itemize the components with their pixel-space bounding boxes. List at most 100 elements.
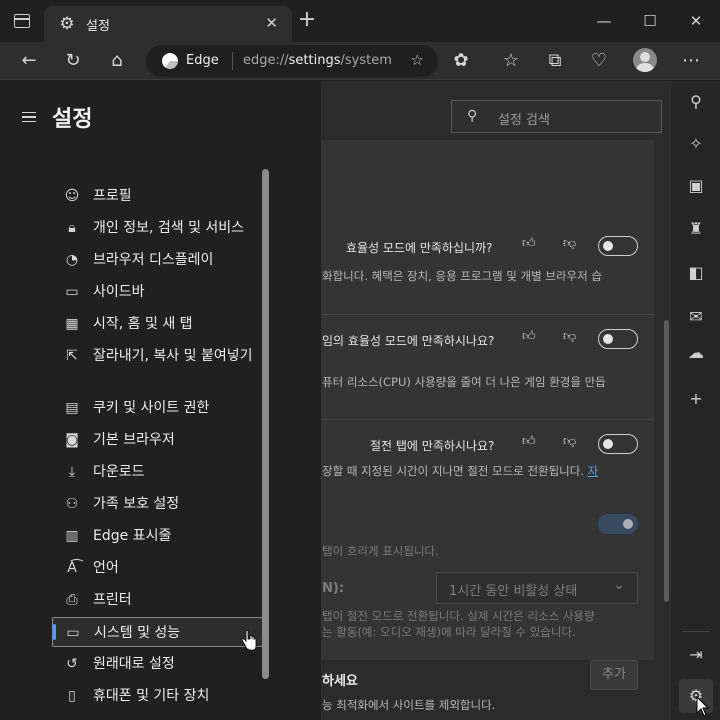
- nav-item-edge-bar[interactable]: ▥ Edge 표시줄: [52, 521, 264, 551]
- gaming-toggle[interactable]: [598, 329, 638, 349]
- main-scrollbar[interactable]: [664, 320, 669, 602]
- nav-item-start-home[interactable]: ▦ 시작, 홈 및 새 탭: [52, 309, 264, 339]
- feedback-question-gaming: 임의 효율성 모드에 만족하시나요?: [322, 334, 495, 348]
- thumbs-down-icon[interactable]: 👎︎: [563, 329, 576, 344]
- discover-icon[interactable]: ✧: [684, 132, 708, 156]
- settings-title: 설정: [52, 107, 93, 132]
- nav-item-printers[interactable]: ⎙ 프린터: [52, 585, 264, 615]
- thumbs-down-icon[interactable]: 👎︎: [563, 434, 576, 449]
- new-tab-button[interactable]: +: [296, 9, 318, 32]
- nav-item-phone-devices[interactable]: ▯ 휴대폰 및 기타 장치: [52, 681, 264, 711]
- fade-sleeping-tabs-toggle[interactable]: [598, 514, 638, 534]
- profile-avatar[interactable]: [633, 48, 657, 72]
- sleep-timeout-dropdown[interactable]: 1시간 동안 비활성 상태 ⌄: [436, 572, 638, 604]
- nav-item-label: Edge 표시줄: [93, 528, 172, 544]
- family-icon: ⚇: [65, 496, 79, 512]
- nav-scrollbar[interactable]: [262, 169, 269, 679]
- extensions-icon[interactable]: ✿: [448, 48, 474, 74]
- sidebar-icon: ▭: [65, 284, 79, 300]
- efficiency-toggle[interactable]: [598, 236, 638, 256]
- phone-icon: ▯: [68, 688, 76, 704]
- feedback-desc-gaming: 퓨터 리소스(CPU) 사용량을 줄여 더 나은 게임 환경을 만듭: [322, 375, 606, 389]
- edge-brand-label: Edge: [186, 53, 219, 68]
- maximize-button[interactable]: ☐: [638, 10, 662, 32]
- dropdown-value: 1시간 동안 비활성 상태: [449, 584, 578, 599]
- feedback-desc-sleeping-tabs: 장할 때 지정된 시간이 지나면 절전 모드로 전환됩니다. 자: [322, 464, 599, 478]
- exclude-sites-label: 하세요: [322, 674, 358, 689]
- address-bar[interactable]: Edge edge://settings/system ☆: [146, 45, 438, 77]
- printer-icon: ⎙: [66, 592, 78, 608]
- add-icon[interactable]: +: [684, 387, 708, 411]
- nav-item-downloads[interactable]: ⤓ 다운로드: [52, 457, 264, 487]
- feedback-desc-efficiency: 화합니다. 혜택은 장치, 응용 프로그램 및 개별 브라우저 습: [322, 269, 602, 283]
- nav-item-cookies[interactable]: ▤ 쿠키 및 사이트 권한: [52, 393, 264, 423]
- minimize-button[interactable]: —: [592, 10, 616, 32]
- learn-more-link[interactable]: 자: [588, 464, 599, 478]
- profile-icon: ☺: [64, 188, 80, 204]
- active-tab[interactable]: ⚙ 설정 ✕: [44, 6, 292, 42]
- divider: [310, 419, 654, 420]
- edge-logo-icon: [162, 53, 178, 69]
- thumbs-up-icon[interactable]: 👍︎: [522, 434, 536, 449]
- settings-search-input[interactable]: ⚲ 설정 검색: [451, 100, 662, 133]
- nav-item-reset-settings[interactable]: ↺ 원래대로 설정: [52, 649, 264, 679]
- thumbs-down-icon[interactable]: 👎︎: [563, 236, 576, 251]
- search-placeholder: 설정 검색: [498, 113, 550, 128]
- tab-close-icon[interactable]: ✕: [265, 14, 278, 32]
- nav-item-label: 시스템 및 성능: [94, 625, 181, 641]
- tab-title: 설정: [86, 19, 110, 34]
- back-icon[interactable]: ←: [16, 48, 42, 74]
- fade-desc: 탭이 흐리게 표시됩니다.: [322, 544, 439, 558]
- nav-item-label: 가족 보호 설정: [93, 496, 180, 512]
- nav-item-label: 쿠키 및 사이트 권한: [93, 400, 210, 416]
- url-text[interactable]: edge://settings/system: [243, 53, 392, 68]
- browser-essentials-icon[interactable]: ♡: [586, 48, 612, 74]
- nav-item-label: 프로필: [93, 188, 132, 204]
- tab-actions-icon[interactable]: [14, 14, 30, 28]
- add-favorite-icon[interactable]: ☆: [411, 51, 424, 69]
- feedback-question-sleeping-tabs: 절전 탭에 만족하시나요?: [370, 439, 495, 453]
- arrow-cursor-icon: [696, 696, 710, 717]
- thumbs-up-icon[interactable]: 👍︎: [522, 329, 536, 344]
- divider: [310, 314, 654, 315]
- hide-sidebar-icon[interactable]: ⇥: [684, 643, 708, 667]
- favorites-icon[interactable]: ☆: [498, 48, 524, 74]
- games-icon[interactable]: ♜: [684, 217, 708, 241]
- title-bar: ⚙ 설정 ✕ + — ☐ ✕: [0, 0, 720, 42]
- sidebar-divider: [683, 631, 709, 632]
- nav-item-profiles[interactable]: ☺ 프로필: [52, 181, 264, 211]
- more-options-icon[interactable]: ⋯: [678, 48, 704, 74]
- laptop-icon: ▭: [66, 625, 80, 641]
- sleeping-tabs-toggle[interactable]: [598, 434, 638, 454]
- search-icon: ⚲: [467, 108, 478, 124]
- add-site-button[interactable]: 추가: [590, 660, 638, 690]
- collections-icon[interactable]: ⧉: [542, 48, 568, 74]
- menu-icon[interactable]: [22, 112, 36, 122]
- tools-icon[interactable]: ▣: [684, 174, 708, 198]
- nav-item-privacy[interactable]: 🔒︎ 개인 정보, 검색 및 서비스: [52, 213, 264, 243]
- home-grid-icon: ▦: [65, 316, 79, 332]
- nav-item-languages[interactable]: A͡ 언어: [52, 553, 264, 583]
- nav-item-system-performance[interactable]: ▭ 시스템 및 성능: [52, 617, 264, 647]
- close-window-button[interactable]: ✕: [684, 10, 708, 32]
- nav-item-default-browser[interactable]: ◙ 기본 브라우저: [52, 425, 264, 455]
- refresh-icon[interactable]: ↻: [60, 48, 86, 74]
- drop-icon[interactable]: ☁: [684, 341, 708, 365]
- feedback-question-efficiency: 효율성 모드에 만족하십니까?: [346, 241, 493, 255]
- nav-item-family-safety[interactable]: ⚇ 가족 보호 설정: [52, 489, 264, 519]
- thumbs-up-icon[interactable]: 👍︎: [522, 236, 536, 251]
- language-icon: A͡: [67, 560, 77, 576]
- nav-item-label: 언어: [93, 560, 119, 576]
- office-icon[interactable]: ◧: [684, 261, 708, 285]
- home-icon[interactable]: ⌂: [104, 48, 130, 74]
- nav-item-appearance[interactable]: ◔ 브라우저 디스플레이: [52, 245, 264, 275]
- nav-item-share-copy-paste[interactable]: ⇱ 잘라내기, 복사 및 붙여넣기: [52, 341, 264, 389]
- outlook-icon[interactable]: ✉: [684, 305, 708, 329]
- search-icon[interactable]: ⚲: [684, 90, 708, 114]
- nav-item-sidebar[interactable]: ▭ 사이드바: [52, 277, 264, 307]
- download-icon: ⤓: [68, 464, 76, 480]
- edge-sidebar: ⚲ ✧ ▣ ♜ ◧ ✉ ☁ + ⇥ ⚙: [670, 81, 720, 720]
- browser-icon: ◙: [65, 432, 79, 448]
- nav-item-label: 기본 브라우저: [93, 432, 175, 448]
- navigation-bar: ← ↻ ⌂ Edge edge://settings/system ☆ ✿ ☆ …: [0, 42, 720, 80]
